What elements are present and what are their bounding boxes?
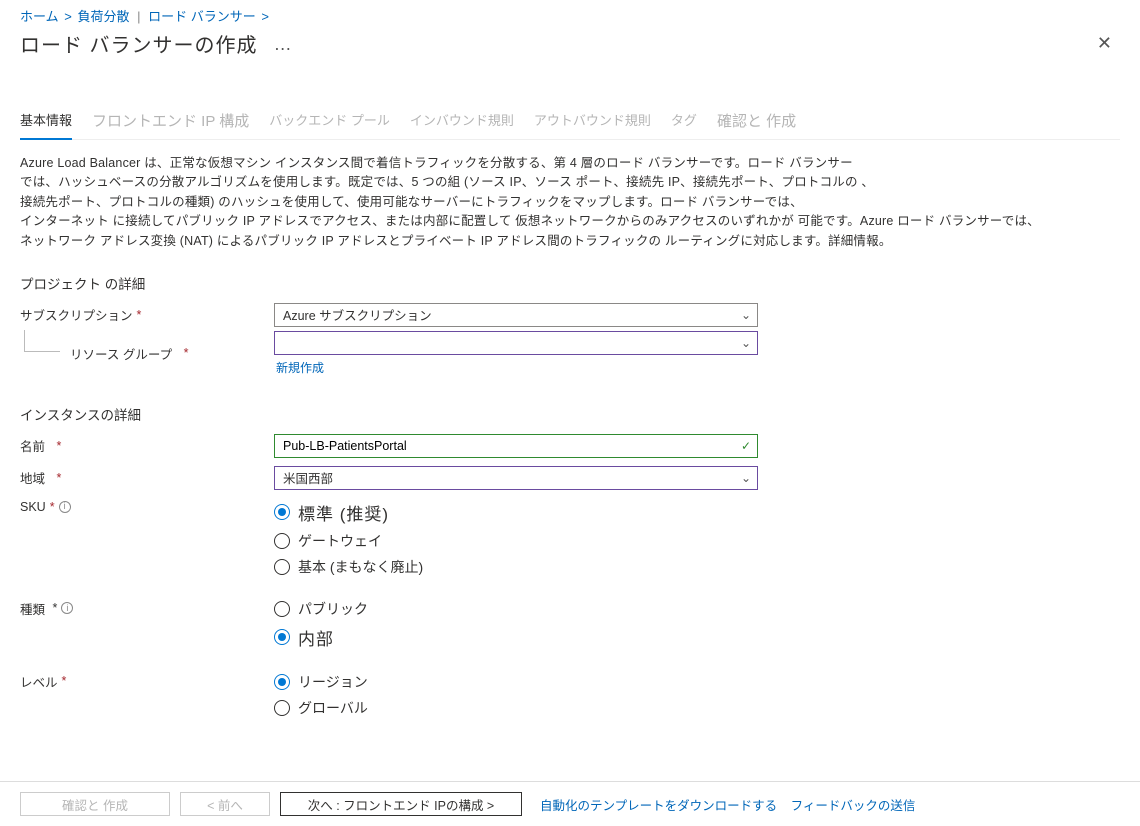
subscription-dropdown[interactable]: Azure サブスクリプション ⌄ (274, 303, 758, 327)
page-title: ロード バランサーの作成 (20, 29, 258, 58)
sku-basic-label: 基本 (まもなく廃止) (298, 557, 423, 577)
sku-option-standard[interactable]: 標準 (推奨) (274, 500, 758, 525)
footer-bar: 確認と 作成 < 前へ 次へ : フロントエンド IPの構成 > 自動化のテンプ… (0, 781, 1140, 826)
type-radio-group: パブリック 内部 (274, 597, 758, 650)
create-new-link[interactable]: 新規作成 (276, 359, 324, 376)
radio-icon (274, 533, 290, 549)
close-icon[interactable]: ✕ (1089, 29, 1120, 58)
chevron-right-icon: > (259, 9, 271, 24)
sku-option-gateway[interactable]: ゲートウェイ (274, 531, 758, 551)
label-resource-group: リソース グループ * (20, 344, 274, 363)
next-button[interactable]: 次へ : フロントエンド IPの構成 > (280, 792, 522, 816)
radio-selected-icon (274, 674, 290, 690)
region-dropdown[interactable]: 米国西部 ⌄ (274, 466, 758, 490)
tab-outbound[interactable]: アウトバウンド規則 (534, 104, 651, 139)
type-option-internal[interactable]: 内部 (274, 625, 758, 650)
previous-button: < 前へ (180, 792, 270, 816)
breadcrumb-home[interactable]: ホーム (20, 9, 59, 24)
radio-icon (274, 700, 290, 716)
info-icon[interactable]: i (61, 602, 73, 614)
description-text: Azure Load Balancer は、正常な仮想マシン インスタンス間で着… (20, 154, 1110, 251)
radio-icon (274, 559, 290, 575)
divider-icon: | (133, 9, 144, 24)
tabs: 基本情報 フロントエンド IP 構成 バックエンド プール インバウンド規則 ア… (20, 104, 1120, 140)
chevron-right-icon: > (62, 9, 74, 24)
section-instance-details: インスタンスの詳細 (20, 404, 1120, 424)
tier-radio-group: リージョン グローバル (274, 670, 758, 718)
resource-group-dropdown[interactable]: ⌄ (274, 331, 758, 355)
label-region: 地域 * (20, 468, 274, 487)
chevron-down-icon: ⌄ (741, 471, 751, 485)
name-input[interactable] (283, 435, 731, 457)
section-project-details: プロジェクト の詳細 (20, 273, 1120, 293)
tab-inbound[interactable]: インバウンド規則 (410, 104, 514, 139)
chevron-down-icon: ⌄ (741, 336, 751, 350)
radio-icon (274, 601, 290, 617)
tier-global-label: グローバル (298, 698, 368, 718)
radio-selected-icon (274, 629, 290, 645)
tab-frontend[interactable]: フロントエンド IP 構成 (92, 104, 249, 139)
chevron-down-icon: ⌄ (741, 308, 751, 322)
tier-option-global[interactable]: グローバル (274, 698, 758, 718)
type-public-label: パブリック (298, 599, 368, 619)
send-feedback-link[interactable]: フィードバックの送信 (791, 799, 916, 813)
breadcrumb-lb-hub[interactable]: 負荷分散 (77, 9, 129, 24)
label-subscription: サブスクリプション* (20, 305, 274, 324)
tier-region-label: リージョン (298, 672, 368, 692)
name-input-wrapper: ✓ (274, 434, 758, 458)
radio-selected-icon (274, 504, 290, 520)
sku-standard-label: 標準 (推奨) (298, 500, 389, 525)
breadcrumb-lb[interactable]: ロード バランサー (148, 9, 256, 24)
sku-gateway-label: ゲートウェイ (298, 531, 382, 551)
tab-tags[interactable]: タグ (671, 104, 697, 139)
type-internal-label: 内部 (298, 625, 334, 650)
label-sku: SKU* i (20, 498, 274, 514)
info-icon[interactable]: i (59, 501, 71, 513)
review-create-button: 確認と 作成 (20, 792, 170, 816)
subscription-value: Azure サブスクリプション (283, 305, 432, 324)
tree-connector-icon (24, 330, 60, 352)
tier-option-region[interactable]: リージョン (274, 672, 758, 692)
more-icon[interactable]: … (274, 34, 292, 55)
tab-basic[interactable]: 基本情報 (20, 104, 72, 140)
check-icon: ✓ (741, 439, 751, 453)
tab-backend[interactable]: バックエンド プール (269, 104, 390, 139)
download-automation-template-link[interactable]: 自動化のテンプレートをダウンロードする (540, 799, 777, 813)
label-name: 名前 * (20, 436, 274, 455)
type-option-public[interactable]: パブリック (274, 599, 758, 619)
label-type: 種類 * i (20, 597, 274, 618)
label-tier: レベル* (20, 670, 274, 691)
sku-radio-group: 標準 (推奨) ゲートウェイ 基本 (まもなく廃止) (274, 498, 758, 577)
breadcrumb: ホーム > 負荷分散 | ロード バランサー > (0, 0, 1140, 27)
sku-option-basic[interactable]: 基本 (まもなく廃止) (274, 557, 758, 577)
tab-review[interactable]: 確認と 作成 (717, 104, 796, 139)
region-value: 米国西部 (283, 468, 333, 487)
